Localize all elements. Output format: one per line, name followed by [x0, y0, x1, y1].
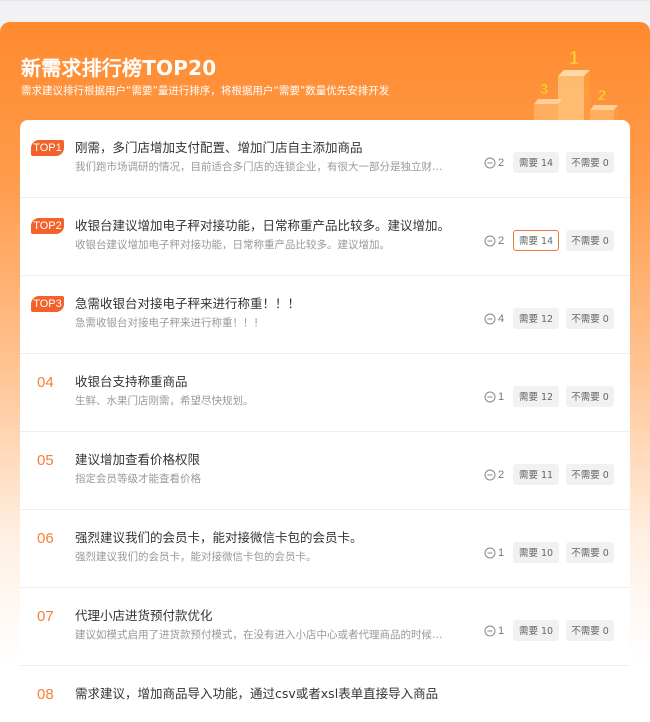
page-title: 新需求排行榜TOP20: [21, 56, 217, 80]
item-description: 收银台建议增加电子秤对接功能，日常称重产品比较多。建议增加。: [75, 239, 390, 251]
page-subtitle: 需求建议排行根据用户“需要”量进行排序，将根据用户“需要”数量优先安排开发: [21, 85, 390, 97]
podium-first: 1: [569, 48, 579, 68]
comment-count[interactable]: 2: [484, 235, 504, 247]
comment-bubble-icon: [484, 547, 496, 559]
not-need-button[interactable]: 不需要 0: [566, 464, 614, 485]
list-item[interactable]: 06 强烈建议我们的会员卡，能对接微信卡包的会员卡。 强烈建议我们的会员卡，能对…: [20, 510, 630, 588]
requirement-list: TOP1 刚需，多门店增加支付配置、增加门店自主添加商品 我们跑市场调研的情况，…: [20, 120, 630, 722]
rank-number: 04: [37, 374, 54, 391]
item-description: 建议如模式启用了进货款预付模式，在没有进入小店中心或者代理商品的时候就需要预付: [75, 629, 447, 641]
comment-count[interactable]: 1: [484, 547, 504, 559]
not-need-button[interactable]: 不需要 0: [566, 152, 614, 173]
comment-bubble-icon: [484, 157, 496, 169]
not-need-button[interactable]: 不需要 0: [566, 542, 614, 563]
list-item[interactable]: TOP1 刚需，多门店增加支付配置、增加门店自主添加商品 我们跑市场调研的情况，…: [20, 120, 630, 198]
item-description: 我们跑市场调研的情况，目前适合多门店的连锁企业，有很大一部分是独立财务核算，每个…: [75, 161, 447, 173]
comment-count[interactable]: 2: [484, 469, 504, 481]
list-item[interactable]: 08 需求建议，增加商品导入功能，通过csv或者xsl表单直接导入商品: [20, 666, 630, 722]
not-need-button[interactable]: 不需要 0: [566, 308, 614, 329]
comment-number: 4: [498, 313, 505, 325]
list-item[interactable]: 05 建议增加查看价格权限 指定会员等级才能查看价格 2 需要 11 不需要 0: [20, 432, 630, 510]
comment-bubble-icon: [484, 625, 496, 637]
comment-bubble-icon: [484, 235, 496, 247]
comment-count[interactable]: 1: [484, 625, 504, 637]
not-need-button[interactable]: 不需要 0: [566, 230, 614, 251]
list-item[interactable]: 07 代理小店进货预付款优化 建议如模式启用了进货款预付模式，在没有进入小店中心…: [20, 588, 630, 666]
rank-badge: TOP2: [31, 218, 64, 234]
window-top-border: [0, 0, 650, 1]
comment-number: 2: [498, 469, 505, 481]
item-description: 强烈建议我们的会员卡，能对接微信卡包的会员卡。: [75, 551, 317, 563]
comment-count[interactable]: 4: [484, 313, 504, 325]
need-button[interactable]: 需要 10: [513, 620, 559, 641]
need-button[interactable]: 需要 14: [513, 230, 559, 251]
ranking-panel: 新需求排行榜TOP20 需求建议排行根据用户“需要”量进行排序，将根据用户“需要…: [0, 22, 650, 722]
need-button[interactable]: 需要 12: [513, 308, 559, 329]
comment-bubble-icon: [484, 469, 496, 481]
podium-third: 3: [540, 81, 548, 98]
item-description: 指定会员等级才能查看价格: [75, 473, 201, 485]
comment-number: 2: [498, 157, 505, 169]
comment-count[interactable]: 1: [484, 391, 504, 403]
item-description: 生鲜、水果门店刚需，希望尽快规划。: [75, 395, 254, 407]
need-button[interactable]: 需要 11: [513, 464, 559, 485]
comment-number: 1: [498, 391, 505, 403]
comment-count[interactable]: 2: [484, 157, 504, 169]
rank-badge: TOP1: [31, 140, 64, 156]
rank-number: 07: [37, 608, 54, 625]
item-title[interactable]: 需求建议，增加商品导入功能，通过csv或者xsl表单直接导入商品: [75, 683, 620, 702]
comment-bubble-icon: [484, 313, 496, 325]
rank-number: 08: [37, 686, 54, 703]
comment-number: 1: [498, 547, 505, 559]
list-item[interactable]: TOP3 急需收银台对接电子秤来进行称重！！！ 急需收银台对接电子秤来进行称重！…: [20, 276, 630, 354]
list-item[interactable]: 04 收银台支持称重商品 生鲜、水果门店刚需，希望尽快规划。 1 需要 12 不…: [20, 354, 630, 432]
comment-number: 1: [498, 625, 505, 637]
rank-badge: TOP3: [31, 296, 64, 312]
need-button[interactable]: 需要 12: [513, 386, 559, 407]
need-button[interactable]: 需要 14: [513, 152, 559, 173]
rank-number: 05: [37, 452, 54, 469]
not-need-button[interactable]: 不需要 0: [566, 386, 614, 407]
item-description: 急需收银台对接电子秤来进行称重！！！: [75, 317, 264, 329]
comment-bubble-icon: [484, 391, 496, 403]
not-need-button[interactable]: 不需要 0: [566, 620, 614, 641]
need-button[interactable]: 需要 10: [513, 542, 559, 563]
comment-number: 2: [498, 235, 505, 247]
rank-number: 06: [37, 530, 54, 547]
list-item[interactable]: TOP2 收银台建议增加电子秤对接功能，日常称重产品比较多。建议增加。 收银台建…: [20, 198, 630, 276]
podium-second: 2: [598, 87, 606, 104]
